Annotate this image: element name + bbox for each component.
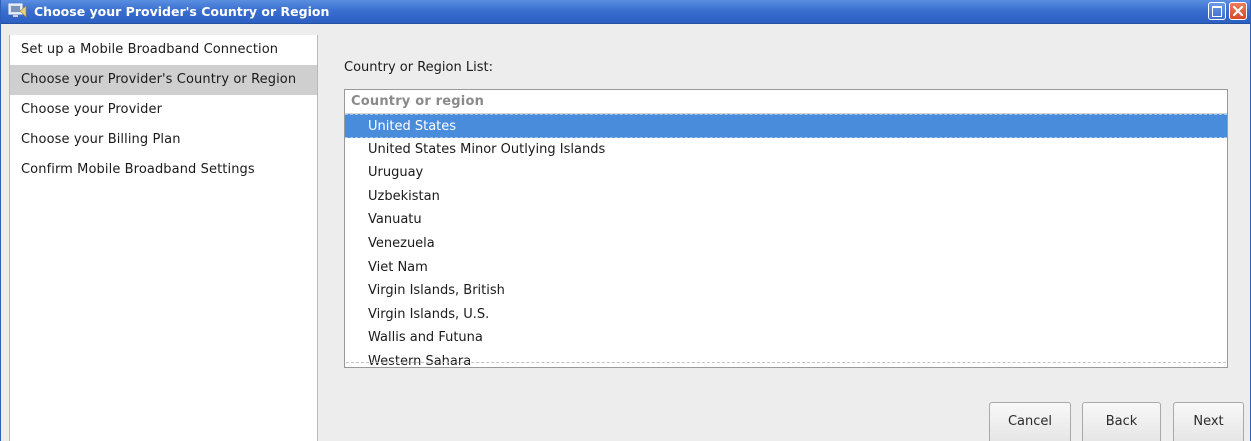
sidebar-step: Choose your Billing Plan xyxy=(21,132,181,147)
sidebar-step: Confirm Mobile Broadband Settings xyxy=(21,162,255,177)
sidebar-step: Choose your Provider's Country or Region xyxy=(10,65,317,95)
list-item[interactable]: Viet Nam xyxy=(345,256,1227,280)
assistant-window: Choose your Provider's Country or Region… xyxy=(0,0,1251,441)
list-item[interactable]: Vanuatu xyxy=(345,208,1227,232)
steps-sidebar: Set up a Mobile Broadband Connection Choo… xyxy=(9,35,318,441)
next-button[interactable]: Next xyxy=(1173,402,1244,441)
list-item[interactable]: United States Minor Outlying Islands xyxy=(345,138,1227,162)
list-item-selected[interactable]: United States xyxy=(345,114,1227,138)
list-item[interactable]: Western Sahara xyxy=(345,350,1227,367)
list-divider xyxy=(346,362,1226,363)
sidebar-step: Choose your Provider xyxy=(21,102,163,117)
back-button[interactable]: Back xyxy=(1082,402,1161,441)
sidebar-step: Set up a Mobile Broadband Connection xyxy=(21,42,279,57)
column-header-country[interactable]: Country or region xyxy=(345,90,1227,114)
list-item[interactable]: Venezuela xyxy=(345,232,1227,256)
window-title: Choose your Provider's Country or Region xyxy=(34,4,330,19)
close-button[interactable] xyxy=(1229,2,1247,20)
title-bar[interactable]: Choose your Provider's Country or Region xyxy=(1,0,1250,24)
list-item[interactable]: Wallis and Futuna xyxy=(345,326,1227,350)
maximize-button[interactable] xyxy=(1208,2,1226,20)
list-item[interactable]: Virgin Islands, U.S. xyxy=(345,303,1227,327)
list-label: Country or Region List: xyxy=(344,60,493,75)
list-item[interactable]: Uruguay xyxy=(345,161,1227,185)
list-item[interactable]: Virgin Islands, British xyxy=(345,279,1227,303)
network-wizard-icon xyxy=(8,3,27,20)
country-rows: United States United States Minor Outlyin… xyxy=(345,114,1227,367)
list-item[interactable]: Uzbekistan xyxy=(345,185,1227,209)
cancel-button[interactable]: Cancel xyxy=(989,402,1071,441)
close-icon xyxy=(1232,5,1244,17)
country-list[interactable]: Country or region United States United St… xyxy=(344,89,1228,368)
